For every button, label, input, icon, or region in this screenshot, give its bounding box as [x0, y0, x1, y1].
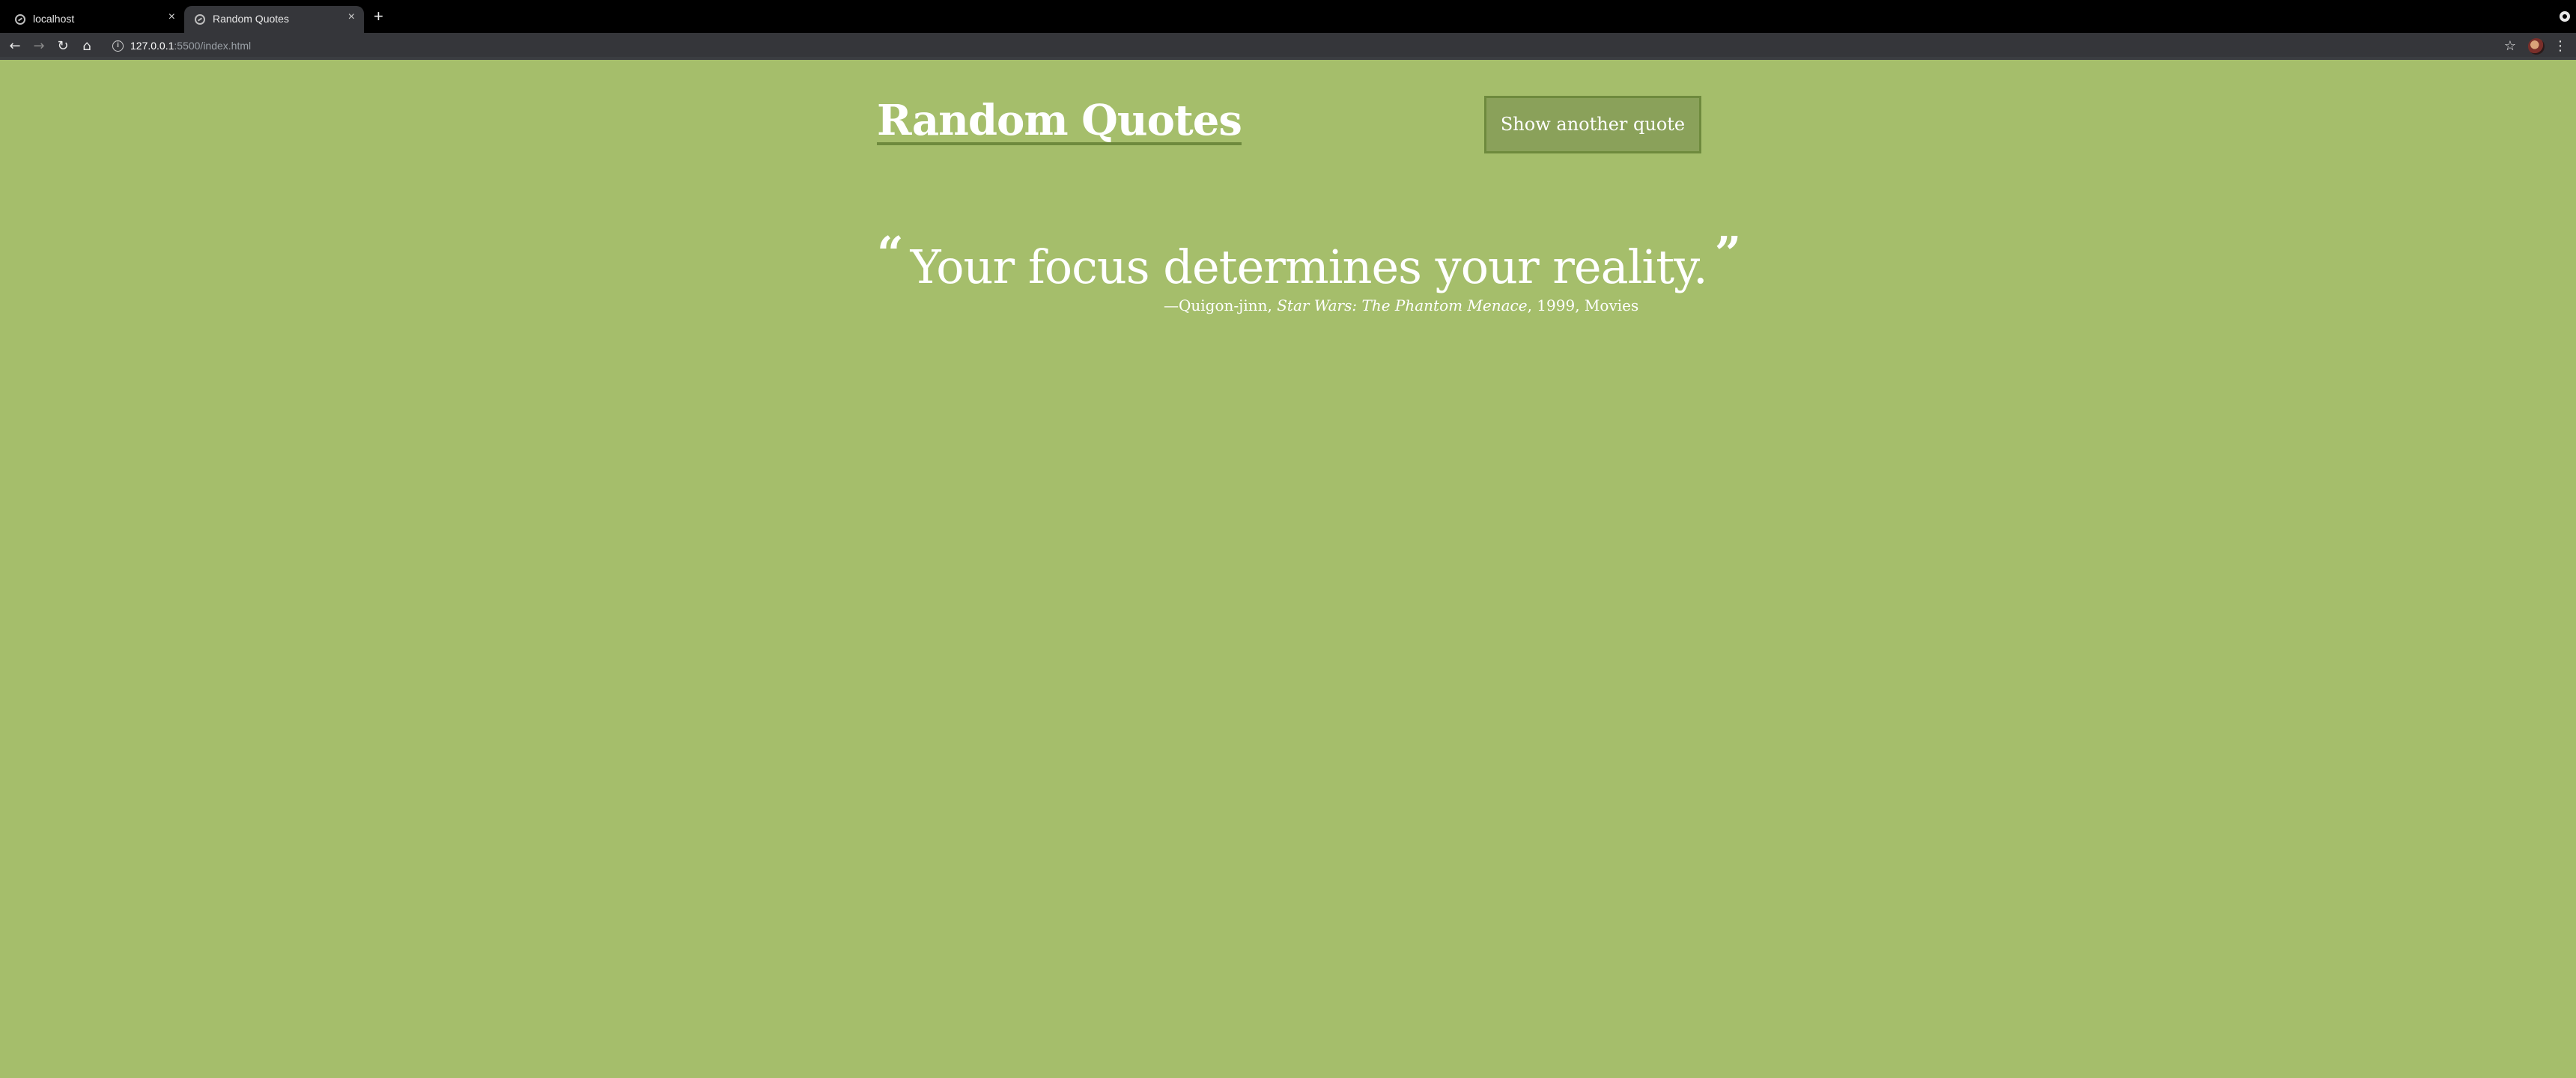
home-icon[interactable]: ⌂ — [78, 37, 96, 55]
quote-citation: —Quigon-jinn, Star Wars: The Phantom Men… — [1164, 296, 1638, 314]
tab-random-quotes[interactable]: Random Quotes × — [184, 6, 364, 33]
tab-title: localhost — [33, 13, 75, 25]
bookmark-star-icon[interactable]: ☆ — [2504, 37, 2516, 55]
citation-source: Star Wars: The Phantom Menace — [1277, 296, 1528, 314]
page-title: Random Quotes — [877, 96, 1242, 145]
avatar[interactable] — [2528, 38, 2545, 55]
globe-icon — [195, 14, 205, 25]
address-bar[interactable]: i 127.0.0.1:5500/index.html — [105, 36, 2531, 57]
url-path: :5500/index.html — [174, 40, 252, 52]
close-quote-mark: ” — [1714, 226, 1742, 281]
tab-localhost[interactable]: localhost × — [4, 6, 184, 33]
quote-block: “Your focus determines your reality.” — [877, 226, 1741, 294]
reload-icon[interactable]: ↻ — [54, 37, 72, 55]
browser-tab-strip: localhost × Random Quotes × + — [0, 0, 2576, 33]
show-another-quote-button[interactable]: Show another quote — [1484, 96, 1701, 153]
kebab-menu-icon[interactable]: ⋮ — [2554, 37, 2567, 55]
citation-author: —Quigon-jinn, — [1164, 296, 1278, 314]
citation-details: , 1999, Movies — [1527, 296, 1639, 314]
url-host: 127.0.0.1 — [130, 40, 174, 52]
new-tab-plus-icon[interactable]: + — [374, 8, 383, 25]
close-icon[interactable]: × — [168, 11, 175, 23]
profile-indicator-icon[interactable] — [2560, 11, 2570, 22]
open-quote-mark: “ — [877, 226, 904, 281]
url-text[interactable]: 127.0.0.1:5500/index.html — [130, 40, 251, 52]
back-arrow-icon[interactable]: ← — [6, 37, 24, 55]
browser-toolbar: ← → ↻ ⌂ i 127.0.0.1:5500/index.html ☆ ⋮ — [0, 33, 2576, 60]
forward-arrow-icon[interactable]: → — [30, 37, 48, 55]
tab-title: Random Quotes — [213, 13, 289, 25]
quote-text: Your focus determines your reality. — [910, 240, 1708, 294]
info-icon[interactable]: i — [112, 40, 124, 52]
close-icon[interactable]: × — [348, 11, 355, 23]
globe-icon — [15, 14, 25, 25]
